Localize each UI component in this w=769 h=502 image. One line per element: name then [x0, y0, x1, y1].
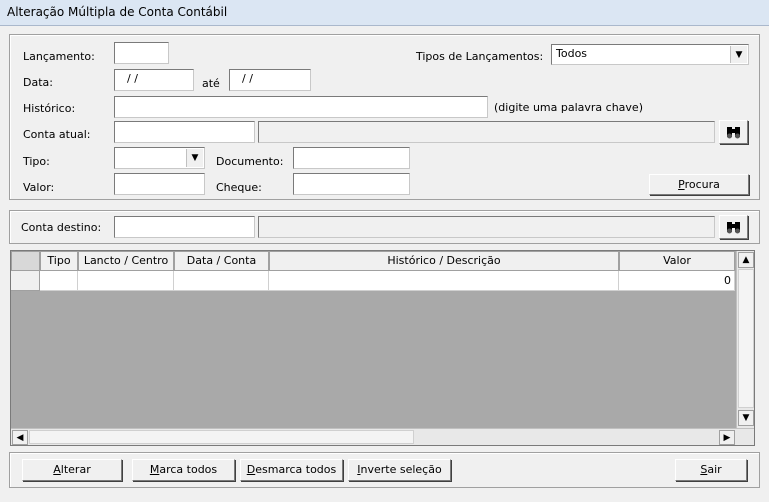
marca-todos-button[interactable]: Marca todos — [132, 459, 235, 481]
cell-valor[interactable]: 0 — [619, 271, 735, 291]
data-grid[interactable]: Tipo Lancto / Centro Data / Conta Histór… — [10, 250, 755, 446]
cell-lancto[interactable] — [78, 271, 174, 291]
grid-corner — [11, 251, 40, 271]
scroll-left-button[interactable]: ◀ — [12, 430, 28, 445]
scroll-up-button[interactable]: ▲ — [738, 252, 754, 268]
scroll-down-button[interactable]: ▼ — [738, 410, 754, 426]
vertical-scrollbar[interactable]: ▲ ▼ — [736, 251, 754, 428]
conta-destino-description — [258, 216, 715, 238]
title-bar: Alteração Múltipla de Conta Contábil — [0, 0, 769, 26]
col-header-data[interactable]: Data / Conta — [174, 251, 269, 271]
col-header-historico[interactable]: Histórico / Descrição — [269, 251, 619, 271]
historico-input[interactable] — [114, 96, 488, 118]
alterar-label: lterar — [60, 463, 91, 476]
data-from-input[interactable]: / / — [114, 69, 194, 91]
data-to-input[interactable]: / / — [229, 69, 311, 91]
window-title: Alteração Múltipla de Conta Contábil — [7, 5, 228, 19]
documento-label: Documento: — [216, 155, 284, 168]
chevron-down-icon[interactable]: ▼ — [186, 149, 203, 167]
binoculars-icon — [727, 127, 740, 139]
chevron-down-icon[interactable]: ▼ — [730, 46, 747, 63]
lancamento-label: Lançamento: — [23, 50, 95, 63]
data-label: Data: — [23, 76, 53, 89]
tipos-lancamento-value: Todos — [556, 47, 588, 60]
horizontal-scroll-thumb[interactable] — [29, 430, 414, 444]
documento-input[interactable] — [293, 147, 410, 169]
scroll-right-button[interactable]: ▶ — [719, 430, 735, 445]
inverte-selecao-label: nverte seleção — [360, 463, 442, 476]
desmarca-todos-label: esmarca todos — [255, 463, 337, 476]
marca-todos-label: arca todos — [159, 463, 218, 476]
sair-button[interactable]: Sair — [675, 459, 747, 481]
binoculars-icon — [727, 222, 740, 234]
col-header-valor[interactable]: Valor — [619, 251, 735, 271]
lancamento-input[interactable] — [114, 42, 169, 64]
tipos-lancamento-select[interactable]: Todos ▼ — [551, 44, 749, 65]
tipos-lancamento-label: Tipos de Lançamentos: — [416, 50, 544, 63]
historico-hint: (digite uma palavra chave) — [494, 101, 643, 114]
desmarca-todos-button[interactable]: Desmarca todos — [240, 459, 343, 481]
procura-button[interactable]: Procura — [649, 174, 749, 195]
inverte-selecao-button[interactable]: Inverte seleção — [348, 459, 451, 481]
alterar-hotkey: A — [53, 463, 61, 476]
sair-label: air — [707, 463, 722, 476]
cell-historico[interactable] — [269, 271, 619, 291]
valor-label: Valor: — [23, 181, 55, 194]
col-header-lancto[interactable]: Lancto / Centro — [78, 251, 174, 271]
conta-destino-label: Conta destino: — [21, 221, 102, 234]
find-conta-destino-button[interactable] — [719, 215, 748, 239]
col-header-tipo[interactable]: Tipo — [40, 251, 78, 271]
ate-label: até — [202, 77, 220, 90]
row-indicator[interactable] — [11, 271, 40, 291]
vertical-scroll-thumb[interactable] — [738, 269, 754, 408]
cell-data[interactable] — [174, 271, 269, 291]
conta-destino-input[interactable] — [114, 216, 255, 238]
desmarca-todos-hotkey: D — [246, 463, 256, 476]
tipo-select[interactable]: ▼ — [114, 147, 205, 169]
tipo-label: Tipo: — [23, 155, 50, 168]
horizontal-scrollbar[interactable]: ◀ ▶ — [11, 428, 754, 445]
historico-label: Histórico: — [23, 102, 76, 115]
procura-label: rocura — [684, 178, 720, 191]
cheque-label: Cheque: — [216, 181, 262, 194]
marca-todos-hotkey: M — [149, 463, 160, 476]
cell-tipo[interactable] — [40, 271, 78, 291]
valor-input[interactable] — [114, 173, 205, 195]
cheque-input[interactable] — [293, 173, 410, 195]
alterar-button[interactable]: Alterar — [22, 459, 122, 481]
conta-atual-label: Conta atual: — [23, 128, 91, 141]
conta-atual-description — [258, 121, 715, 143]
find-conta-atual-button[interactable] — [719, 120, 748, 144]
conta-atual-input[interactable] — [114, 121, 255, 143]
